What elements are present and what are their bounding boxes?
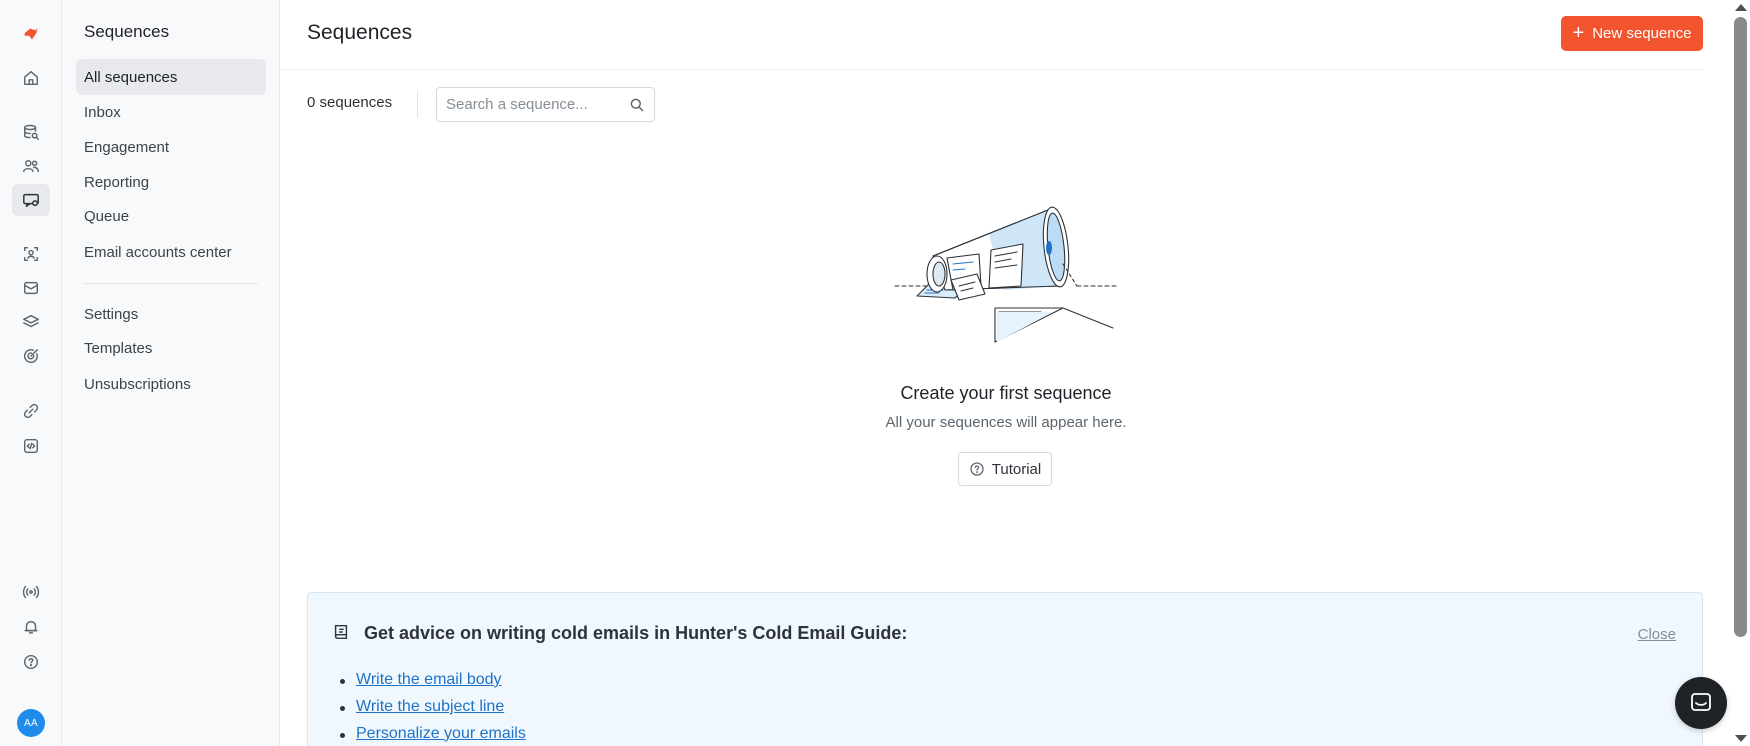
tutorial-button[interactable]: Tutorial (958, 452, 1052, 486)
help-circle-icon (970, 462, 984, 476)
megaphone-illustration (894, 206, 1120, 343)
subnav-item-settings[interactable]: Settings (76, 296, 266, 332)
help-icon[interactable] (12, 646, 50, 678)
scroll-down-arrow-icon[interactable] (1735, 735, 1747, 742)
guide-link-email-body[interactable]: Write the email body (356, 671, 502, 688)
guide-link-subject-line[interactable]: Write the subject line (356, 698, 504, 715)
plus-icon: + (1572, 21, 1585, 44)
avatar[interactable]: AA (17, 709, 45, 737)
subnav-item-unsubscriptions[interactable]: Unsubscriptions (76, 366, 266, 402)
sequence-count: 0 sequences (307, 94, 393, 111)
integrations-icon[interactable] (12, 395, 50, 427)
subnav-item-reporting[interactable]: Reporting (76, 164, 266, 200)
sequences-subnav: Sequences All sequences Inbox Engagement… (62, 0, 280, 746)
database-search-icon[interactable] (12, 116, 50, 148)
tutorial-label: Tutorial (991, 460, 1042, 478)
cold-email-guide-banner: Get advice on writing cold emails in Hun… (307, 592, 1703, 746)
main-content: Sequences + New sequence 0 sequences Sea… (281, 0, 1731, 746)
page-title: Sequences (307, 21, 413, 44)
subnav-item-templates[interactable]: Templates (76, 330, 266, 366)
api-icon[interactable] (12, 430, 50, 462)
search-box (436, 87, 655, 122)
layers-icon[interactable] (12, 306, 50, 338)
sequences-icon[interactable] (12, 184, 50, 216)
chat-icon (1691, 693, 1711, 711)
guide-close-link[interactable]: Close (1638, 626, 1676, 643)
guide-link-personalize[interactable]: Personalize your emails (356, 725, 526, 742)
header-divider (281, 69, 1703, 70)
new-sequence-label: New sequence (1592, 25, 1692, 42)
people-icon[interactable] (12, 150, 50, 182)
subnav-item-all-sequences[interactable]: All sequences (76, 59, 266, 95)
new-sequence-button[interactable]: + New sequence (1561, 16, 1703, 51)
icon-rail: AA (0, 0, 62, 746)
subnav-item-engagement[interactable]: Engagement (76, 129, 266, 165)
page-scrollbar[interactable] (1731, 0, 1750, 746)
chat-launcher-button[interactable] (1675, 677, 1727, 729)
list-item: Personalize your emails (338, 725, 526, 746)
subnav-title: Sequences (84, 22, 170, 41)
subnav-item-queue[interactable]: Queue (76, 198, 266, 234)
toolbar-separator (417, 91, 418, 118)
search-icon[interactable] (629, 97, 645, 113)
subnav-divider (84, 283, 258, 284)
list-item: Write the email body (338, 671, 526, 698)
face-scan-icon[interactable] (12, 238, 50, 270)
bell-icon[interactable] (12, 611, 50, 643)
target-icon[interactable] (12, 340, 50, 372)
book-icon (334, 624, 348, 640)
guide-title: Get advice on writing cold emails in Hun… (364, 623, 908, 643)
list-item: Write the subject line (338, 698, 526, 725)
empty-state-subtitle: All your sequences will appear here. (885, 414, 1127, 431)
scroll-thumb[interactable] (1734, 17, 1747, 637)
subnav-item-inbox[interactable]: Inbox (76, 94, 266, 130)
home-icon[interactable] (12, 62, 50, 94)
hunter-logo-icon[interactable] (12, 18, 50, 50)
scroll-up-arrow-icon[interactable] (1735, 4, 1747, 11)
subnav-item-email-accounts-center[interactable]: Email accounts center (76, 234, 266, 270)
mail-icon[interactable] (12, 272, 50, 304)
guide-link-list: Write the email body Write the subject l… (338, 671, 526, 746)
broadcast-icon[interactable] (12, 576, 50, 608)
search-input[interactable] (446, 96, 616, 113)
empty-state-title: Create your first sequence (900, 383, 1112, 403)
app: AA Sequences All sequences Inbox Engagem… (0, 0, 1750, 746)
